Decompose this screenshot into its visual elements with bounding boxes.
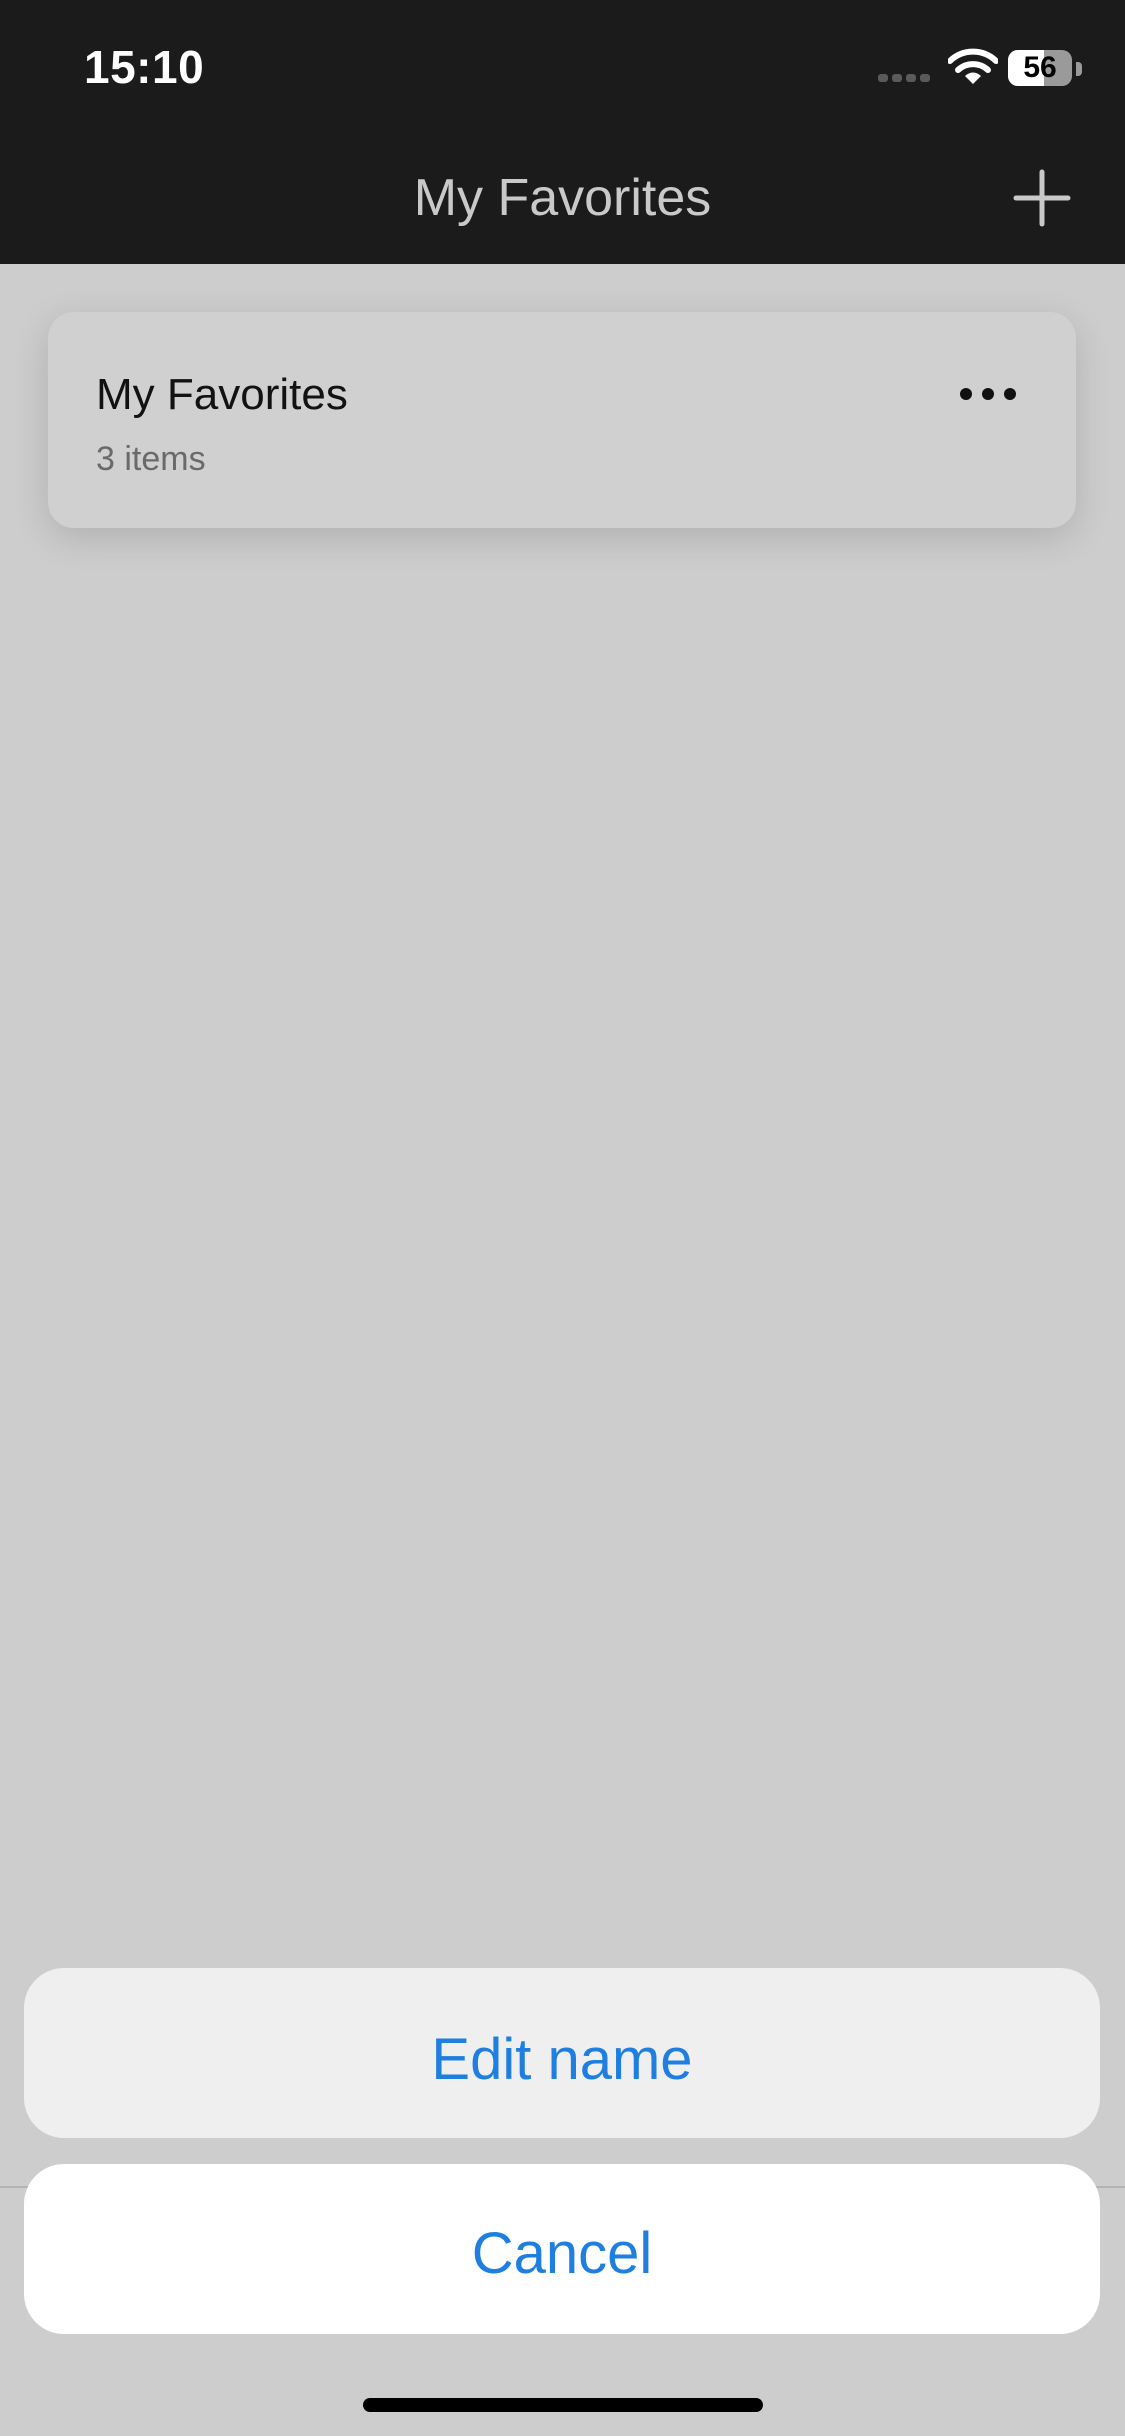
cellular-signal-icon xyxy=(878,74,934,84)
ellipsis-icon[interactable] xyxy=(956,374,1020,414)
status-time: 15:10 xyxy=(84,41,205,93)
plus-icon[interactable] xyxy=(1012,168,1072,228)
favorites-list-card[interactable]: My Favorites 3 items xyxy=(48,312,1076,528)
cancel-label: Cancel xyxy=(471,2221,653,2286)
edit-name-button[interactable]: Edit name xyxy=(24,1968,1100,2138)
list-item-count: 3 items xyxy=(96,440,206,478)
cancel-button[interactable]: Cancel xyxy=(24,2164,1100,2334)
battery-level: 56 xyxy=(1023,51,1057,84)
home-indicator[interactable] xyxy=(363,2398,763,2412)
battery-icon: 56 xyxy=(1008,50,1072,86)
battery-nub xyxy=(1076,62,1082,76)
wifi-icon xyxy=(948,48,998,84)
edit-name-label: Edit name xyxy=(431,2027,693,2092)
list-title: My Favorites xyxy=(96,370,348,419)
page-title: My Favorites xyxy=(413,169,712,227)
status-bar: 15:10 56 xyxy=(0,0,1125,132)
navigation-bar: My Favorites xyxy=(0,132,1125,264)
